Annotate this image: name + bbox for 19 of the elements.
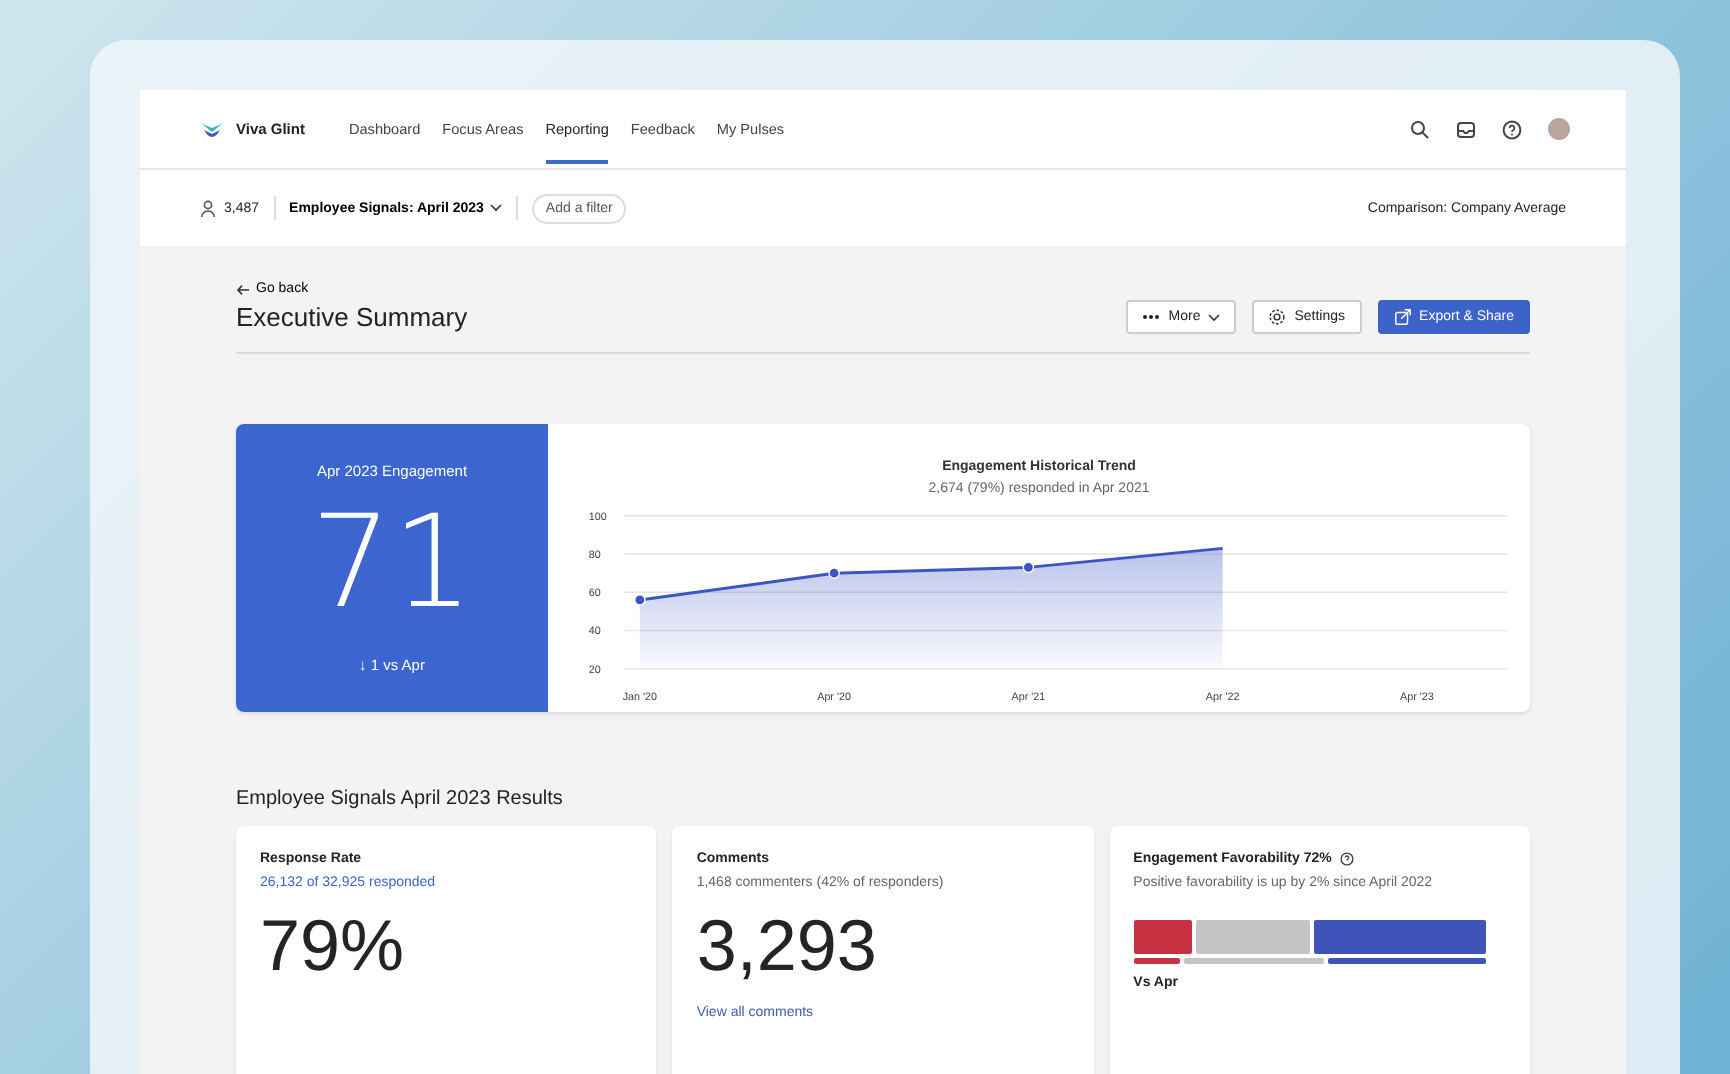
data-point: [634, 594, 646, 606]
metric-value: 79%: [260, 910, 407, 982]
page-title: Executive Summary: [236, 302, 468, 332]
help-icon[interactable]: [1502, 119, 1522, 139]
data-point: [828, 567, 840, 579]
section-title: Employee Signals April 2023 Results: [236, 788, 565, 810]
data-point: [1022, 561, 1035, 574]
search-icon[interactable]: [1410, 119, 1430, 139]
settings-icon: [1268, 308, 1287, 326]
inbox-icon[interactable]: [1456, 119, 1476, 139]
help-icon[interactable]: [1339, 852, 1354, 866]
arrow-left-icon: [236, 283, 250, 295]
share-icon: [1393, 308, 1412, 326]
engagement-score: 71: [310, 500, 474, 628]
chevron-icon: [1208, 313, 1221, 321]
chevron-icon: [489, 204, 502, 212]
ellipsis-icon: [1142, 314, 1161, 320]
metric-value: 3,293: [696, 910, 879, 982]
person-icon: [200, 199, 216, 217]
